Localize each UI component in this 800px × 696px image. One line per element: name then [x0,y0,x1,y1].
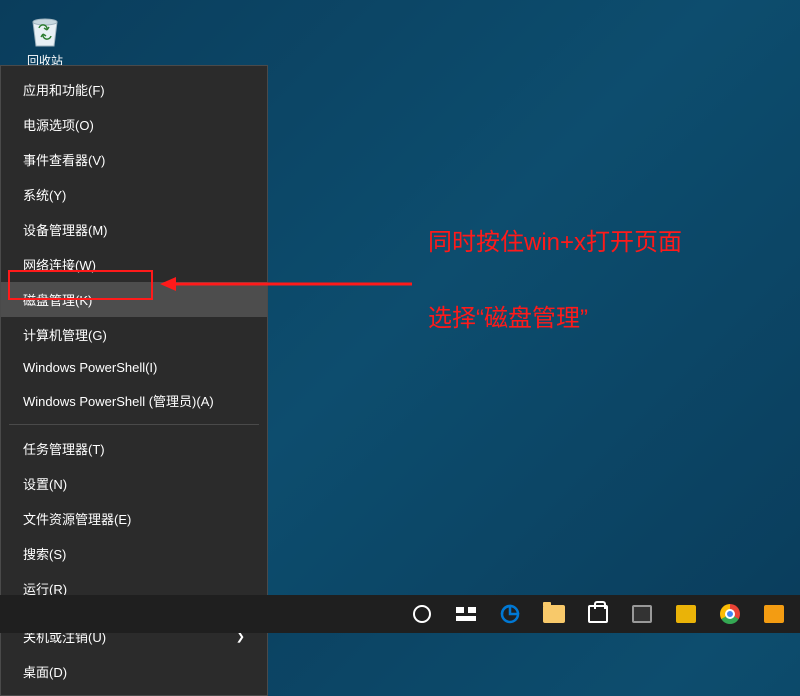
taskbar-file-explorer[interactable] [532,595,576,633]
menu-item-power-options[interactable]: 电源选项(O) [1,107,267,142]
menu-item-device-manager[interactable]: 设备管理器(M) [1,212,267,247]
taskbar-task-view[interactable] [444,595,488,633]
taskbar-app-3[interactable] [752,595,796,633]
cortana-icon [413,605,431,623]
taskbar-chrome[interactable] [708,595,752,633]
annotation-text-line2: 选择“磁盘管理” [428,298,588,333]
menu-item-computer-management[interactable]: 计算机管理(G) [1,317,267,352]
menu-separator [9,424,259,425]
taskbar-store[interactable] [576,595,620,633]
task-view-icon [456,607,476,621]
menu-item-task-manager[interactable]: 任务管理器(T) [1,431,267,466]
menu-item-powershell[interactable]: Windows PowerShell(I) [1,352,267,383]
menu-item-powershell-admin[interactable]: Windows PowerShell (管理员)(A) [1,383,267,418]
app-icon [764,605,784,623]
taskbar-cortana[interactable] [400,595,444,633]
store-icon [588,605,608,623]
taskbar [0,595,800,633]
edge-icon [500,604,520,624]
chrome-icon [720,604,740,624]
menu-group-1: 应用和功能(F) 电源选项(O) 事件查看器(V) 系统(Y) 设备管理器(M)… [1,70,267,420]
taskbar-app-1[interactable] [620,595,664,633]
desktop-recycle-bin[interactable]: 回收站 [20,10,70,69]
recycle-bin-icon [25,10,65,50]
menu-item-system[interactable]: 系统(Y) [1,177,267,212]
taskbar-app-2[interactable] [664,595,708,633]
menu-item-search[interactable]: 搜索(S) [1,536,267,571]
menu-item-desktop[interactable]: 桌面(D) [1,654,267,689]
taskbar-edge[interactable] [488,595,532,633]
menu-item-settings[interactable]: 设置(N) [1,466,267,501]
menu-item-event-viewer[interactable]: 事件查看器(V) [1,142,267,177]
folder-icon [543,605,565,623]
menu-item-file-explorer[interactable]: 文件资源管理器(E) [1,501,267,536]
menu-item-apps-features[interactable]: 应用和功能(F) [1,72,267,107]
app-icon [676,605,696,623]
annotation-text-line1: 同时按住win+x打开页面 [428,222,682,257]
annotation-arrow [160,272,412,296]
app-icon [632,605,652,623]
menu-group-2: 任务管理器(T) 设置(N) 文件资源管理器(E) 搜索(S) 运行(R) [1,429,267,608]
